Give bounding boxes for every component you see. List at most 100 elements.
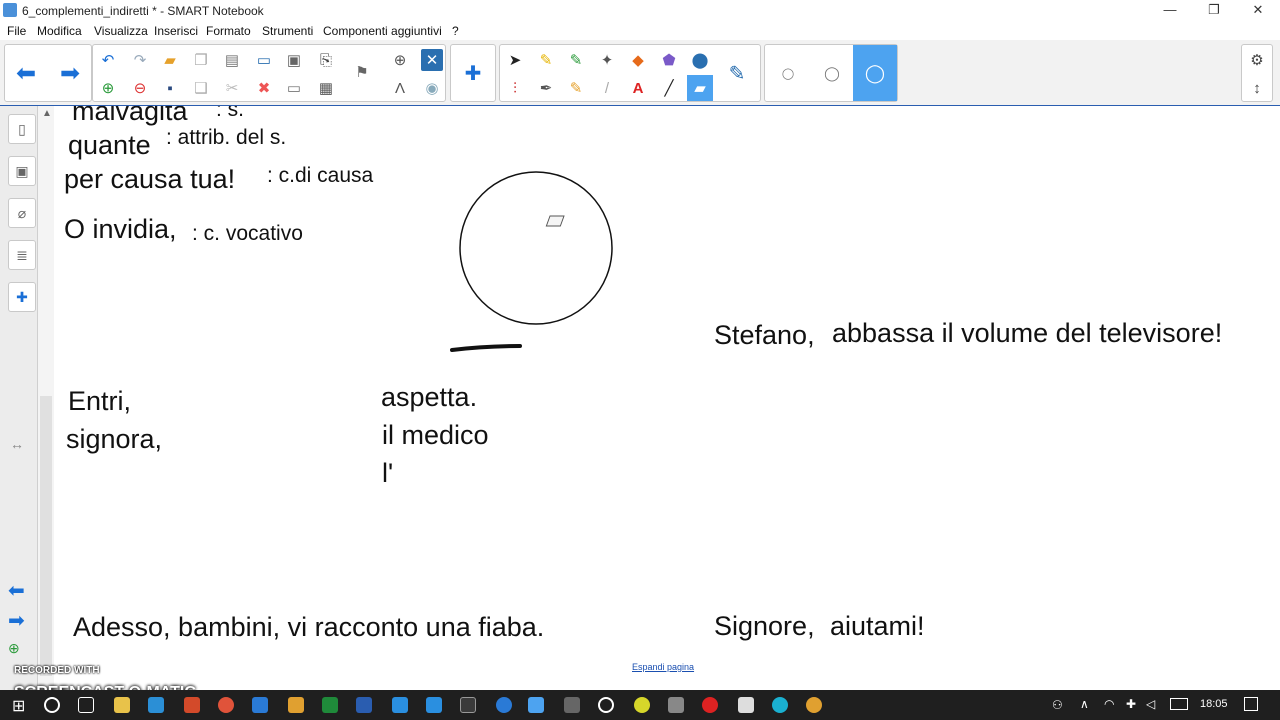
delete-page-icon[interactable]: ⊖ <box>129 77 151 99</box>
clock-time[interactable]: 18:05 <box>1200 698 1228 710</box>
delete-icon[interactable]: ✖ <box>253 77 275 99</box>
text-icon[interactable]: A <box>627 77 649 99</box>
document-camera-icon[interactable]: ⚑ <box>351 61 373 83</box>
redo-icon[interactable]: ↷ <box>129 49 151 71</box>
text-aiutami[interactable]: aiutami! <box>830 611 925 642</box>
eraser-icon[interactable]: ▰ <box>687 75 713 101</box>
shapes-icon[interactable]: ◆ <box>627 49 649 71</box>
add-page-side-icon[interactable]: ⊕ <box>8 640 20 657</box>
table-icon[interactable]: ▦ <box>315 77 337 99</box>
menu-strumenti[interactable]: Strumenti <box>262 24 313 38</box>
firefox-icon[interactable] <box>218 697 234 713</box>
delete-box-icon[interactable]: ✕ <box>421 49 443 71</box>
attachments-icon[interactable]: ⌀ <box>8 198 36 228</box>
text-il-medico[interactable]: il medico <box>382 420 489 451</box>
store-icon[interactable] <box>148 697 164 713</box>
menu-componenti[interactable]: Componenti aggiuntivi <box>323 24 442 38</box>
highlighter-icon[interactable]: ✎ <box>565 77 587 99</box>
paste-icon[interactable]: ▤ <box>221 49 243 71</box>
menu-formato[interactable]: Formato <box>206 24 251 38</box>
task-view-icon[interactable] <box>78 697 94 713</box>
menu-visualizza[interactable]: Visualizza <box>94 24 148 38</box>
copy-icon[interactable]: ❐ <box>190 49 212 71</box>
outlook-icon[interactable] <box>252 697 268 713</box>
text-adesso-bambini[interactable]: Adesso, bambini, vi racconto una fiaba. <box>73 612 544 643</box>
back-arrow-icon[interactable]: ⬅ <box>15 60 37 87</box>
eraser-medium-icon[interactable]: ◯ <box>821 62 843 84</box>
add-page-icon[interactable]: ⊕ <box>97 77 119 99</box>
resize-sidebar-icon[interactable]: ↔ <box>10 436 24 452</box>
text-signora[interactable]: signora, <box>66 424 162 455</box>
next-page-icon[interactable]: ➡ <box>8 608 25 633</box>
eraser-large-icon[interactable]: ◯ <box>853 45 897 101</box>
app-icon-3[interactable] <box>426 697 442 713</box>
measure-tool-icon[interactable]: Λ <box>389 77 411 99</box>
app-icon-10[interactable] <box>772 697 788 713</box>
pens-set-icon[interactable]: ⫶ <box>504 77 526 99</box>
line-icon[interactable]: ╱ <box>658 77 680 99</box>
vertical-scrollbar[interactable]: ▲ <box>38 106 54 690</box>
eraser-small-icon[interactable]: ◯ <box>777 62 799 84</box>
gear-icon[interactable]: ⚙ <box>1246 49 1268 71</box>
gallery-icon[interactable]: ▣ <box>8 156 36 186</box>
screen-icon[interactable]: ▭ <box>253 49 275 71</box>
search-icon[interactable] <box>44 697 60 713</box>
file-explorer-icon[interactable] <box>114 697 130 713</box>
volume-icon[interactable]: ◁ <box>1146 697 1155 711</box>
puzzle-icon[interactable]: ✚ <box>462 62 484 85</box>
expand-page-link[interactable]: Espandi pagina <box>632 662 694 672</box>
whiteboard-canvas[interactable]: malvagità : s. quante : attrib. del s. p… <box>54 106 1280 690</box>
properties-pen-icon[interactable]: ✎ <box>726 62 748 85</box>
zoom-icon[interactable]: ⊕ <box>389 49 411 71</box>
close-button[interactable]: ✕ <box>1236 0 1280 22</box>
edge-icon[interactable] <box>496 697 512 713</box>
text-l-apostrophe[interactable]: l' <box>382 458 393 489</box>
text-signore[interactable]: Signore, <box>714 611 815 642</box>
text-abbassa[interactable]: abbassa il volume del televisore! <box>832 318 1222 349</box>
notifications-icon[interactable] <box>1244 697 1258 711</box>
menu-inserisci[interactable]: Inserisci <box>154 24 198 38</box>
word-icon[interactable] <box>356 697 372 713</box>
app-icon-7[interactable] <box>668 697 684 713</box>
text-stefano[interactable]: Stefano, <box>714 320 815 351</box>
open-folder-icon[interactable]: ▰ <box>159 49 181 71</box>
pen-icon[interactable]: ✎ <box>535 49 557 71</box>
save-icon[interactable]: ▪ <box>159 77 181 99</box>
text-entri[interactable]: Entri, <box>68 386 131 417</box>
network-icon[interactable]: ✚ <box>1126 697 1136 711</box>
menu-modifica[interactable]: Modifica <box>37 24 82 38</box>
windows-start-icon[interactable]: ⊞ <box>12 696 25 716</box>
capture-icon[interactable]: ⎘ <box>315 49 337 71</box>
dropbox-icon[interactable] <box>392 697 408 713</box>
undo-icon[interactable]: ↶ <box>97 49 119 71</box>
properties-icon[interactable]: ≣ <box>8 240 36 270</box>
restore-button[interactable]: ❐ <box>1192 0 1236 22</box>
prev-page-icon[interactable]: ⬅ <box>8 578 25 603</box>
calculator-icon[interactable] <box>564 697 580 713</box>
smart-notebook-taskbar-icon[interactable] <box>528 697 544 713</box>
people-icon[interactable]: ⚇ <box>1052 698 1063 712</box>
app-icon-2[interactable] <box>288 697 304 713</box>
app-icon-4[interactable] <box>460 697 476 713</box>
forward-arrow-icon[interactable]: ➡ <box>59 60 81 87</box>
cut-icon[interactable]: ✂ <box>221 77 243 99</box>
wifi-icon[interactable]: ◠ <box>1104 697 1114 711</box>
app-icon-1[interactable] <box>184 697 200 713</box>
chrome-icon[interactable] <box>806 697 822 713</box>
calligraphy-pen-icon[interactable]: ✒ <box>535 77 557 99</box>
scroll-up-icon[interactable]: ▲ <box>42 108 52 119</box>
display-icon[interactable]: ▭ <box>283 77 305 99</box>
minimize-button[interactable]: — <box>1148 0 1192 22</box>
scroll-thumb[interactable] <box>40 396 52 676</box>
globe-icon[interactable]: ◉ <box>421 77 443 99</box>
chevron-up-icon[interactable]: ∧ <box>1080 697 1089 711</box>
duplicate-icon[interactable]: ❑ <box>190 77 212 99</box>
color-picker-icon[interactable]: ⬤ <box>689 49 711 71</box>
ink-drawing[interactable] <box>54 106 1280 690</box>
page-sorter-icon[interactable]: ▯ <box>8 114 36 144</box>
magic-pen-icon[interactable]: ✦ <box>596 49 618 71</box>
pencil-icon[interactable]: / <box>596 77 618 99</box>
fill-icon[interactable]: ⬟ <box>658 49 680 71</box>
app-icon-5[interactable] <box>598 697 614 713</box>
creative-pen-icon[interactable]: ✎ <box>565 49 587 71</box>
